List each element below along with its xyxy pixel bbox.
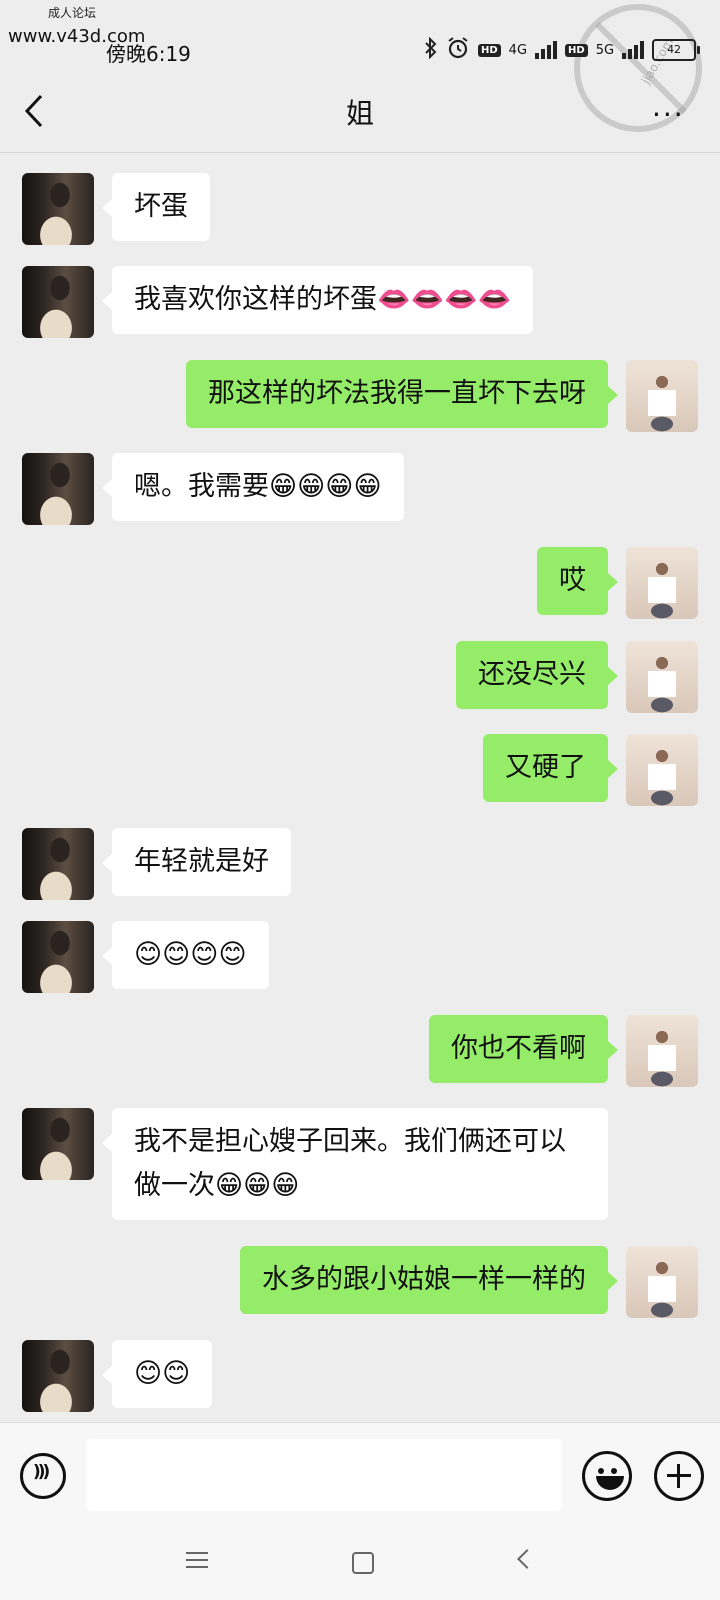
message-input[interactable] bbox=[86, 1439, 562, 1511]
message-bubble-received[interactable]: 我喜欢你这样的坏蛋👄👄👄👄 bbox=[101, 266, 534, 334]
chat-message-list[interactable]: 坏蛋 我喜欢你这样的坏蛋👄👄👄👄 那这样的坏法我得一直坏下去呀 嗯。我需要😁😁😁… bbox=[0, 153, 720, 1421]
emoji-eye-left bbox=[598, 1468, 604, 1474]
message-bubble-sent[interactable]: 那这样的坏法我得一直坏下去呀 bbox=[186, 360, 618, 428]
my-avatar[interactable] bbox=[626, 360, 698, 432]
contact-avatar[interactable] bbox=[22, 1108, 94, 1180]
signal-icon-2 bbox=[622, 41, 645, 59]
status-bar: 傍晚6:19 HD 4G HD 5G 42 bbox=[0, 30, 720, 70]
message-bubble-sent[interactable]: 还没尽兴 bbox=[456, 641, 618, 709]
battery-icon: 42 bbox=[652, 39, 701, 61]
message-bubble-received[interactable]: 年轻就是好 bbox=[102, 828, 291, 896]
network-label-2: 5G bbox=[595, 42, 615, 58]
message-bubble-received[interactable]: 我不是担心嫂子回来。我们俩还可以做一次😁😁😁 bbox=[102, 1108, 608, 1220]
message-bubble-received[interactable]: 😊😊 bbox=[101, 1340, 213, 1408]
bluetooth-icon bbox=[424, 36, 438, 63]
contact-avatar[interactable] bbox=[22, 828, 94, 900]
my-avatar[interactable] bbox=[626, 1246, 698, 1318]
contact-avatar[interactable] bbox=[22, 453, 94, 525]
message-bubble-sent[interactable]: 又硬了 bbox=[483, 734, 618, 802]
recent-apps-icon[interactable] bbox=[186, 1552, 208, 1568]
emoji-eye-right bbox=[611, 1468, 617, 1474]
plus-icon[interactable] bbox=[654, 1451, 704, 1501]
chat-header: 姐 ··· bbox=[0, 72, 720, 152]
voice-icon[interactable] bbox=[20, 1453, 66, 1499]
contact-avatar[interactable] bbox=[22, 173, 94, 245]
message-bubble-sent[interactable]: 哎 bbox=[537, 547, 618, 615]
my-avatar[interactable] bbox=[626, 641, 698, 713]
message-bubble-received[interactable]: 嗯。我需要😁😁😁😁 bbox=[102, 453, 404, 521]
contact-avatar[interactable] bbox=[22, 921, 94, 993]
status-time: 傍晚6:19 bbox=[106, 42, 191, 66]
hd-badge: HD bbox=[478, 43, 501, 57]
message-bubble-sent[interactable]: 你也不看啊 bbox=[429, 1015, 618, 1083]
system-navigation-bar bbox=[0, 1526, 720, 1600]
hd-badge-2: HD bbox=[565, 43, 588, 57]
message-input-bar bbox=[0, 1422, 720, 1527]
network-label-1: 4G bbox=[508, 42, 528, 58]
status-icons: HD 4G HD 5G 42 bbox=[424, 36, 701, 64]
emoji-icon[interactable] bbox=[582, 1451, 632, 1501]
watermark-forum-name: 成人论坛 bbox=[48, 6, 97, 20]
contact-avatar[interactable] bbox=[22, 266, 94, 338]
my-avatar[interactable] bbox=[626, 734, 698, 806]
signal-icon bbox=[535, 41, 558, 59]
message-bubble-received[interactable]: 坏蛋 bbox=[102, 173, 210, 241]
contact-avatar[interactable] bbox=[22, 1340, 94, 1412]
message-bubble-sent[interactable]: 水多的跟小姑娘一样一样的 bbox=[240, 1246, 618, 1314]
message-bubble-received[interactable]: 😊😊😊😊 bbox=[102, 921, 269, 989]
battery-level: 42 bbox=[667, 43, 682, 56]
more-dots-icon[interactable]: ··· bbox=[652, 98, 685, 131]
alarm-icon bbox=[446, 36, 470, 64]
system-back-icon[interactable] bbox=[517, 1549, 537, 1569]
chat-title: 姐 bbox=[345, 97, 374, 130]
home-icon[interactable] bbox=[352, 1552, 374, 1574]
my-avatar[interactable] bbox=[626, 1015, 698, 1087]
my-avatar[interactable] bbox=[626, 547, 698, 619]
emoji-mouth bbox=[596, 1476, 624, 1490]
